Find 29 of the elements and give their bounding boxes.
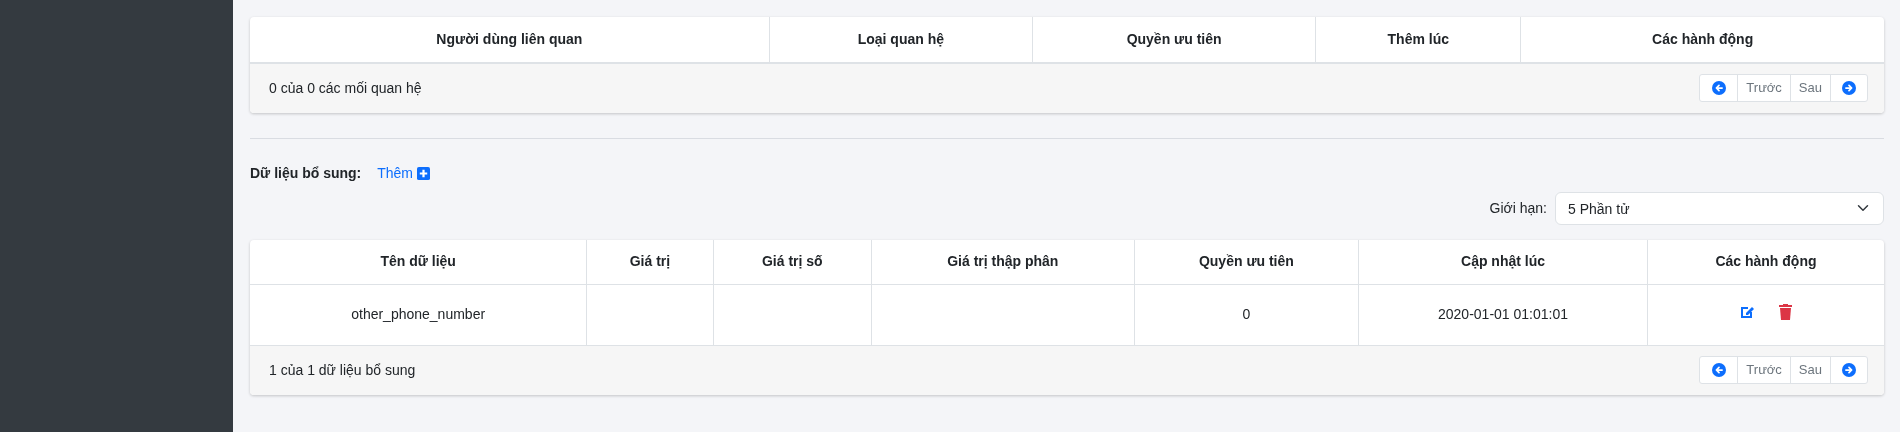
trash-icon[interactable] — [1779, 303, 1793, 320]
next-arrow-icon — [1842, 81, 1856, 95]
table-cell: other_phone_number — [351, 306, 486, 323]
column-header: Thêm lúc — [1315, 17, 1521, 62]
section-title: Dữ liệu bổ sung: — [250, 163, 362, 183]
add-link[interactable]: Thêm — [377, 162, 431, 184]
column-header: Loại quan hệ — [769, 17, 1033, 62]
limit-label: Giới hạn: — [1489, 198, 1547, 218]
column-header: Tên dữ liệu — [250, 239, 587, 285]
next-button[interactable]: Sau — [1789, 75, 1830, 101]
table-summary: 0 của 0 các mối quan hệ — [269, 78, 422, 98]
table-cell: 2020-01-01 01:01:01 — [1438, 306, 1568, 323]
column-header: Cập nhật lúc — [1358, 239, 1648, 285]
column-header: Giá trị thập phân — [871, 239, 1135, 285]
column-header: Giá trị — [586, 239, 714, 285]
limit-select[interactable]: 5 Phần tử — [1555, 191, 1884, 225]
previous-button[interactable]: Trước — [1737, 75, 1790, 101]
next-button[interactable]: Sau — [1789, 357, 1830, 383]
previous-button[interactable]: Trước — [1737, 357, 1790, 383]
column-header: Quyền ưu tiên — [1134, 239, 1359, 285]
column-header: Quyền ưu tiên — [1032, 17, 1316, 62]
column-header: Người dùng liên quan — [250, 17, 770, 62]
column-header: Các hành động — [1520, 17, 1884, 62]
table-summary: 1 của 1 dữ liệu bổ sung — [269, 360, 416, 380]
next-arrow-icon — [1842, 363, 1856, 377]
plus-icon — [417, 166, 431, 180]
column-header: Giá trị số — [713, 239, 872, 285]
table-cell: 0 — [1242, 306, 1251, 323]
column-header: Các hành động — [1647, 239, 1884, 285]
